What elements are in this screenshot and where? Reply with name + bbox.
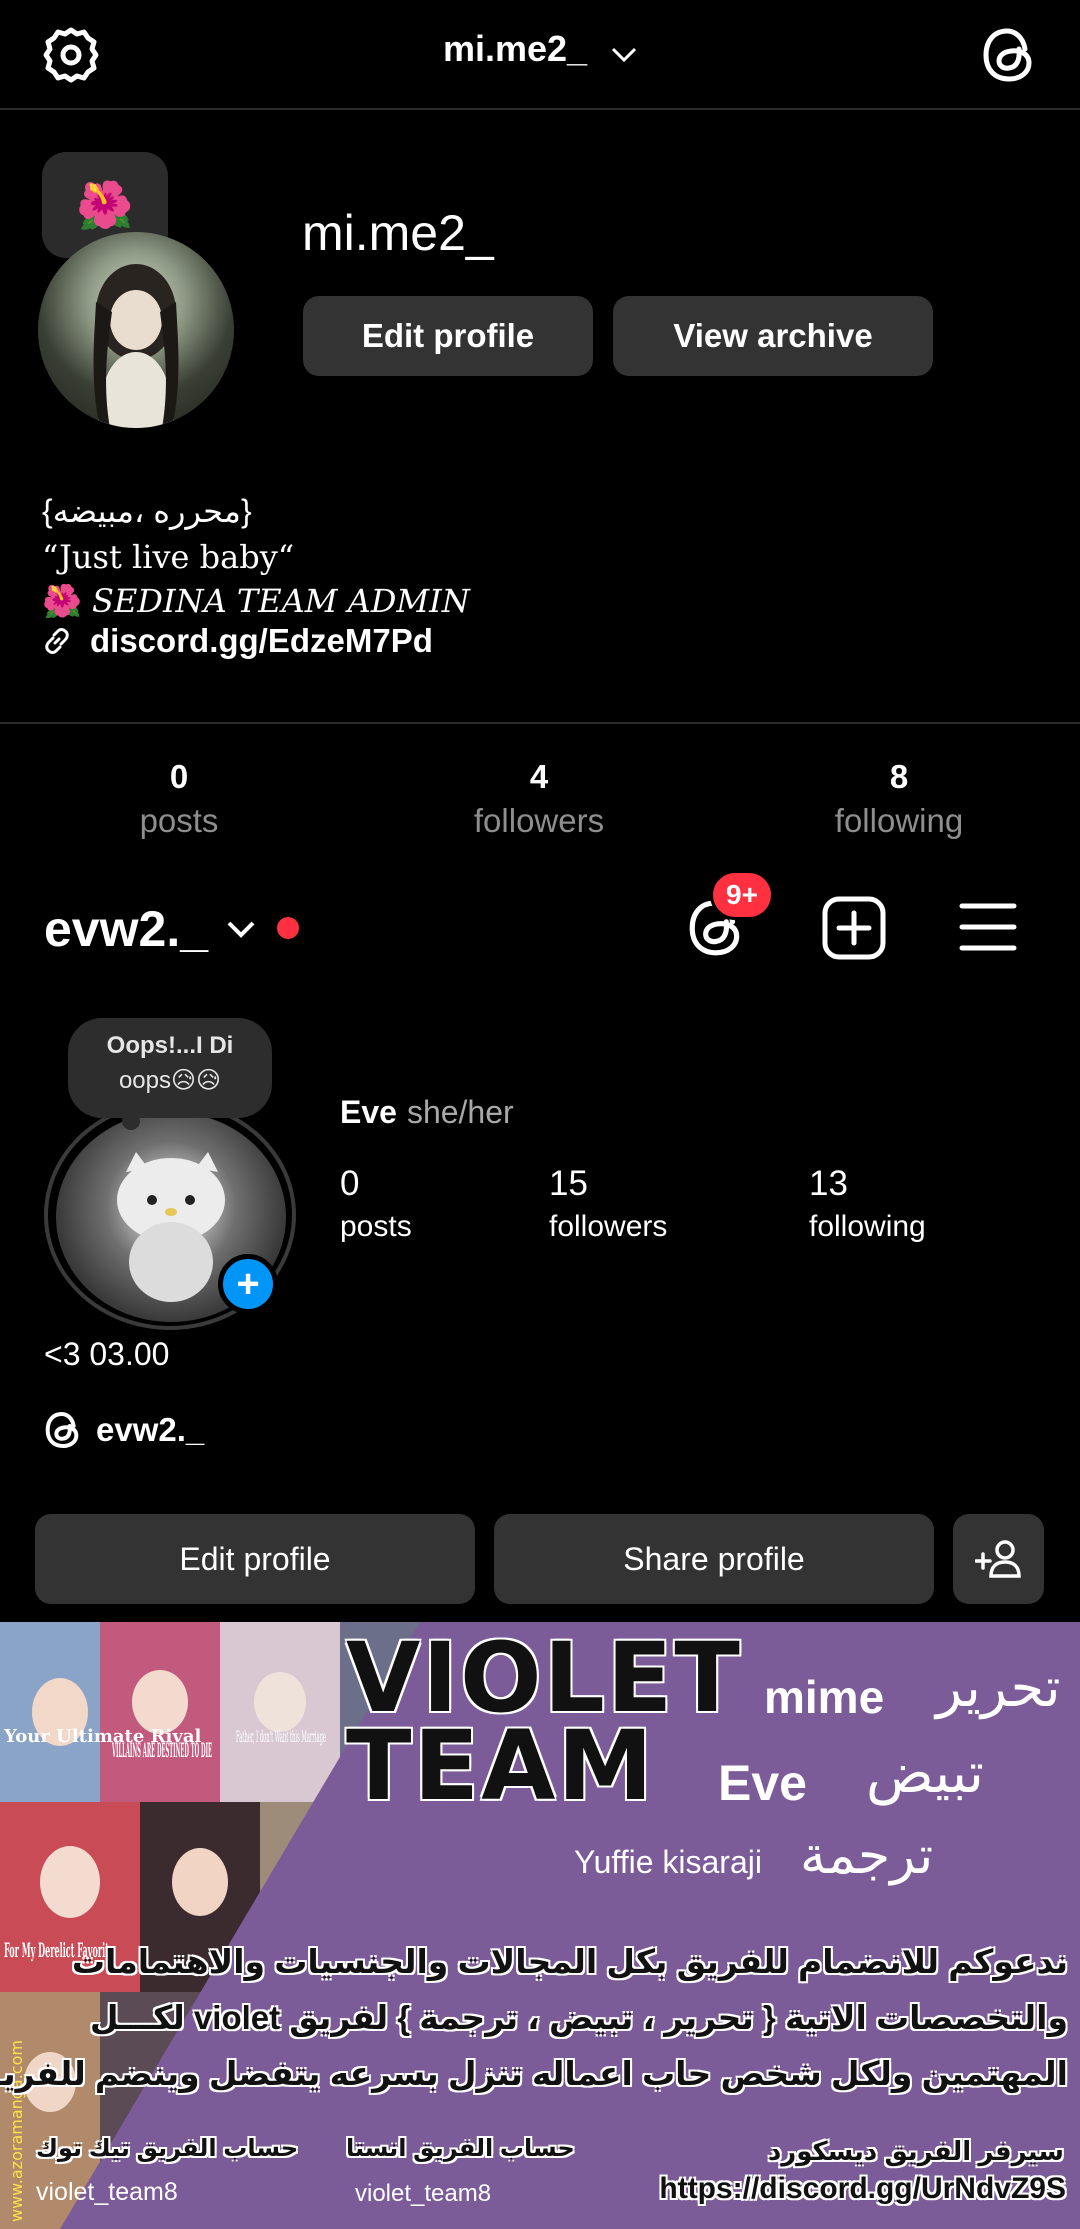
threads-link[interactable]: evw2._ [44, 1410, 204, 1450]
note-text-1: Oops!...I Di [106, 1032, 234, 1059]
bio-link[interactable]: discord.gg/EdzeM7Pd [42, 622, 433, 660]
stat-followers-label: followers [549, 1210, 668, 1243]
stat-followers-count: 4 [529, 758, 549, 795]
account-name: mi.me2_ [442, 28, 588, 69]
threads-icon [45, 1411, 79, 1449]
add-story-button[interactable]: + [218, 1254, 278, 1314]
role1-name: mime [764, 1671, 885, 1723]
stat-following[interactable]: 13 following [809, 1164, 926, 1244]
team-banner-image: Your Ultimate Rival VILLAINS ARE DESTINE… [0, 1622, 1080, 2229]
role2-arabic: تبيض [866, 1741, 984, 1804]
role1-arabic: تحرير [936, 1658, 1061, 1718]
stat-posts-label: posts [139, 802, 219, 839]
stat-followers[interactable]: 15 followers [549, 1164, 667, 1244]
stat-following-label: following [809, 1210, 926, 1243]
top-bar: mi.me2_ [0, 0, 1080, 110]
stat-followers-label: followers [473, 802, 605, 839]
stat-followers[interactable]: 4 followers [409, 758, 669, 840]
cover-title-2: VILLAINS ARE DESTINED TO DIE [112, 1738, 212, 1762]
notification-dot [277, 917, 299, 939]
bio-line-1: {محرره ،مبيضه} [42, 493, 252, 529]
bio-text: <3 03.00 [44, 1336, 170, 1372]
view-archive-button[interactable]: View archive [613, 296, 933, 376]
link-icon [45, 628, 69, 654]
edit-profile-button[interactable]: Edit profile [35, 1514, 475, 1604]
menu-icon[interactable] [952, 894, 1024, 960]
divider [0, 722, 1080, 724]
threads-handle: evw2._ [96, 1411, 205, 1448]
bio-line-2: “Just live baby“ [42, 538, 295, 576]
invite-text-1: ندعوكم للانضمام للفريق بكل المجالات والج… [71, 1943, 1068, 1980]
profile-note[interactable]: Oops!...I Di oops😥😥 [68, 1018, 272, 1118]
note-text-2: oops😥😥 [118, 1067, 222, 1094]
bio-line-3: 🌺 𝑆𝐸𝐷𝐼𝑁𝐴 𝑇𝐸𝐴𝑀 𝐴𝐷𝑀𝐼𝑁 [42, 582, 470, 620]
tiktok-label: حساب الفريق تيك توك [36, 2135, 299, 2162]
stat-following-label: following [834, 802, 964, 839]
invite-text-2: والتخصصات الاتية { تحرير ، تبيض ، ترجمة … [89, 1999, 1068, 2036]
stat-posts: 0 posts [49, 758, 309, 840]
stat-posts-count: 0 [340, 1164, 360, 1203]
stat-following-count: 8 [889, 758, 909, 795]
tiktok-handle: violet_team8 [36, 2178, 178, 2206]
discord-label: سيرفر الفريق ديسكورد [767, 2136, 1064, 2166]
display-name: Eve [340, 1094, 397, 1130]
account2-name: evw2._ [44, 901, 209, 957]
stat-followers-count: 15 [549, 1164, 588, 1203]
role3-name: Yuffie kisaraji [574, 1844, 762, 1880]
stat-following[interactable]: 8 following [769, 758, 1029, 840]
threads-badge: 9+ [710, 870, 774, 920]
create-icon[interactable] [818, 892, 890, 964]
share-profile-button[interactable]: Share profile [494, 1514, 934, 1604]
note-tail [122, 1112, 140, 1130]
stat-posts-count: 0 [169, 758, 189, 795]
bio-link-text: discord.gg/EdzeM7Pd [90, 622, 433, 659]
threads-icon[interactable] [976, 22, 1042, 88]
pronouns: she/her [406, 1094, 514, 1130]
instagram-handle: violet_team8 [355, 2180, 492, 2207]
cover-title-3: Father, I don't Want this Marriage [236, 1727, 326, 1746]
role2-name: Eve [718, 1755, 807, 1811]
profile-username: mi.me2_ [302, 205, 494, 261]
hibiscus-emoji: 🌺 [76, 178, 134, 231]
edit-profile-button[interactable]: Edit profile [303, 296, 593, 376]
add-friend-button[interactable] [953, 1514, 1044, 1604]
stat-following-count: 13 [809, 1164, 848, 1203]
banner-title-2: TEAM [346, 1710, 655, 1822]
stat-posts: 0 posts [340, 1164, 412, 1244]
chevron-down-icon [611, 30, 637, 72]
avatar[interactable] [38, 232, 234, 428]
invite-text-3: المهتمين ولكل شخص حاب اعماله تنزل بسرعه … [0, 2055, 1068, 2092]
discord-url: https://discord.gg/UrNdvZ9S [659, 2172, 1066, 2205]
account2-switcher[interactable]: evw2._ [44, 900, 256, 958]
stat-posts-label: posts [340, 1210, 412, 1243]
role3-arabic: ترجمة [800, 1827, 934, 1885]
account-switcher[interactable]: mi.me2_ [0, 28, 1080, 72]
profile-name: Eve she/her [340, 1094, 514, 1131]
add-user-icon [974, 1540, 1021, 1578]
chevron-down-icon [226, 920, 256, 938]
instagram-label: حساب الفريق انستا [346, 2135, 575, 2162]
